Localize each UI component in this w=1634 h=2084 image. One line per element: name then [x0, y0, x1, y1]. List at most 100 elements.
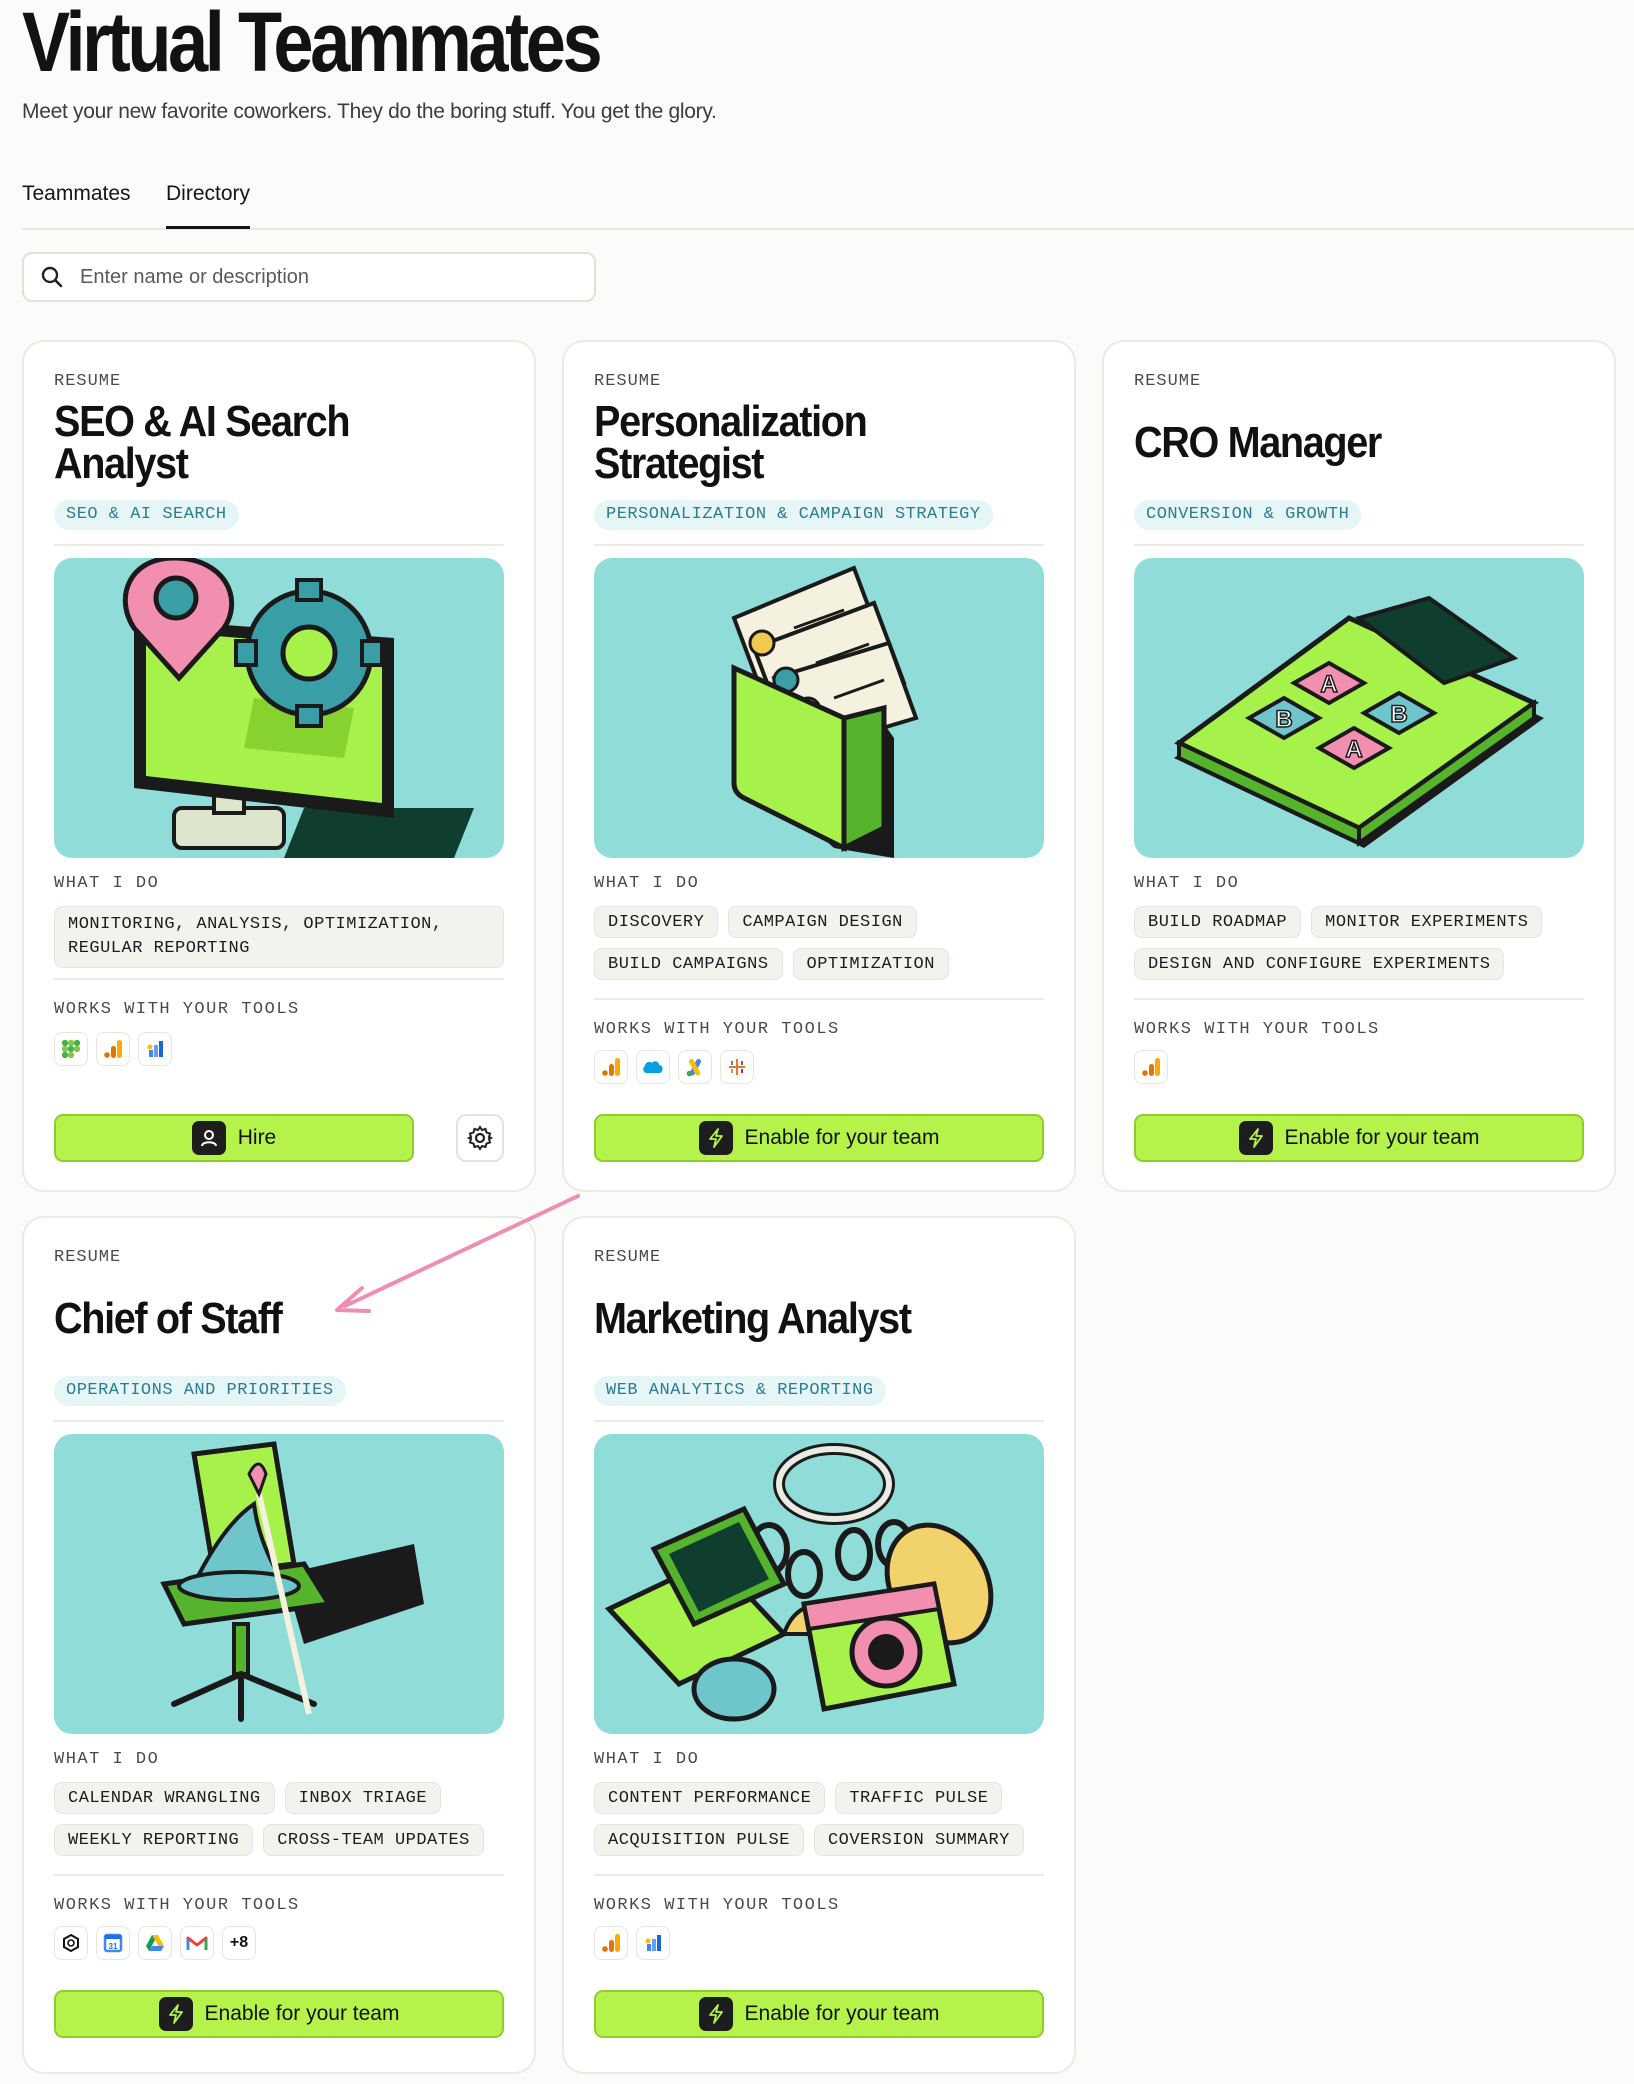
enable-label: Enable for your team: [1284, 1126, 1480, 1149]
settings-button[interactable]: [456, 1114, 504, 1162]
bolt-icon: [698, 1121, 733, 1155]
task-chip: COVERSION SUMMARY: [813, 1824, 1024, 1856]
task-list: CONTENT PERFORMANCE TRAFFIC PULSE ACQUIS…: [594, 1782, 1044, 1856]
bolt-icon: [1238, 1121, 1273, 1155]
task-chip: CROSS-TEAM UPDATES: [263, 1824, 484, 1856]
divider: [54, 544, 504, 546]
resume-label[interactable]: RESUME: [54, 1248, 121, 1267]
resume-label[interactable]: RESUME: [594, 1248, 661, 1267]
illustration-calculator: B A A B: [1134, 558, 1584, 858]
task-chip: WEEKLY REPORTING: [54, 1824, 254, 1856]
more-tools-count[interactable]: +8: [222, 1926, 256, 1960]
tab-directory[interactable]: Directory: [166, 182, 251, 229]
task-chip: BUILD CAMPAIGNS: [594, 948, 783, 980]
category-badge: WEB ANALYTICS & REPORTING: [594, 1376, 886, 1406]
divider: [1134, 544, 1584, 546]
enable-label: Enable for your team: [744, 1126, 940, 1149]
task-chip: OPTIMIZATION: [792, 948, 949, 980]
teammate-title: Chief of Staff: [54, 1294, 283, 1343]
category-badge: OPERATIONS AND PRIORITIES: [54, 1376, 346, 1406]
task-chip: CONTENT PERFORMANCE: [594, 1782, 826, 1814]
google-analytics-icon: [1134, 1050, 1168, 1084]
divider: [594, 1874, 1044, 1876]
task-list: BUILD ROADMAP MONITOR EXPERIMENTS DESIGN…: [1134, 906, 1584, 980]
gmail-icon: [180, 1926, 214, 1960]
hire-button[interactable]: Hire: [54, 1114, 414, 1162]
svg-text:B: B: [1275, 706, 1292, 733]
page-title: Virtual Teammates: [22, 0, 603, 89]
enable-button[interactable]: Enable for your team: [594, 1990, 1044, 2038]
task-list: MONITORING, ANALYSIS, OPTIMIZATION, REGU…: [54, 906, 504, 968]
resume-label[interactable]: RESUME: [54, 372, 121, 391]
enable-button[interactable]: Enable for your team: [594, 1114, 1044, 1162]
task-chip: DISCOVERY: [594, 906, 719, 938]
tool-list: 31 +8: [54, 1926, 256, 1960]
divider: [594, 544, 1044, 546]
svg-text:A: A: [1345, 736, 1362, 763]
search-icon: [41, 266, 63, 288]
tab-teammates[interactable]: Teammates: [22, 182, 131, 226]
teammate-title: Marketing Analyst: [594, 1294, 912, 1343]
enable-button[interactable]: Enable for your team: [54, 1990, 504, 2038]
what-i-do-label: WHAT I DO: [54, 1750, 160, 1769]
gear-icon: [467, 1125, 493, 1151]
divider: [54, 978, 504, 980]
enable-button[interactable]: Enable for your team: [1134, 1114, 1584, 1162]
task-chip: MONITOR EXPERIMENTS: [1311, 906, 1543, 938]
tool-list: [54, 1032, 172, 1066]
divider: [1134, 998, 1584, 1000]
looker-studio-icon: [138, 1032, 172, 1066]
illustration-monitor: [54, 558, 504, 858]
search-input[interactable]: [78, 264, 562, 290]
task-chip: DESIGN AND CONFIGURE EXPERIMENTS: [1134, 948, 1505, 980]
what-i-do-label: WHAT I DO: [54, 874, 160, 893]
resume-label[interactable]: RESUME: [594, 372, 661, 391]
enable-label: Enable for your team: [204, 2002, 400, 2025]
tool-list: [1134, 1050, 1168, 1084]
google-drive-icon: [138, 1926, 172, 1960]
task-chip: INBOX TRIAGE: [284, 1782, 442, 1814]
teammate-card-chief-of-staff: RESUME Chief of Staff OPERATIONS AND PRI…: [22, 1216, 536, 2074]
teammate-title: CRO Manager: [1134, 418, 1382, 467]
task-chip: CAMPAIGN DESIGN: [728, 906, 917, 938]
color-grid-icon: [54, 1032, 88, 1066]
resume-label[interactable]: RESUME: [1134, 372, 1201, 391]
task-list: CALENDAR WRANGLING INBOX TRIAGE WEEKLY R…: [54, 1782, 504, 1856]
category-badge: CONVERSION & GROWTH: [1134, 500, 1362, 530]
divider: [594, 998, 1044, 1000]
tool-list: [594, 1926, 670, 1960]
what-i-do-label: WHAT I DO: [594, 874, 700, 893]
divider: [54, 1874, 504, 1876]
bolt-icon: [158, 1997, 193, 2031]
hire-label: Hire: [237, 1126, 277, 1149]
what-i-do-label: WHAT I DO: [1134, 874, 1240, 893]
task-chip: CALENDAR WRANGLING: [54, 1782, 275, 1814]
page-subtitle: Meet your new favorite coworkers. They d…: [22, 100, 717, 123]
teammate-card-seo: RESUME SEO & AI Search Analyst SEO & AI …: [22, 340, 536, 1192]
svg-text:B: B: [1390, 701, 1407, 728]
enable-label: Enable for your team: [744, 2002, 940, 2025]
category-badge: PERSONALIZATION & CAMPAIGN STRATEGY: [594, 500, 993, 530]
task-chip: MONITORING, ANALYSIS, OPTIMIZATION, REGU…: [54, 906, 504, 968]
illustration-wallet: [594, 558, 1044, 858]
task-chip: BUILD ROADMAP: [1134, 906, 1302, 938]
works-with-label: WORKS WITH YOUR TOOLS: [594, 1896, 840, 1915]
teammate-card-personalization: RESUME Personalization Strategist PERSON…: [562, 340, 1076, 1192]
svg-text:31: 31: [109, 1942, 118, 1951]
works-with-label: WORKS WITH YOUR TOOLS: [594, 1020, 840, 1039]
task-chip: TRAFFIC PULSE: [835, 1782, 1003, 1814]
works-with-label: WORKS WITH YOUR TOOLS: [54, 1896, 300, 1915]
teammate-card-cro: RESUME CRO Manager CONVERSION & GROWTH B…: [1102, 340, 1616, 1192]
works-with-label: WORKS WITH YOUR TOOLS: [1134, 1020, 1380, 1039]
what-i-do-label: WHAT I DO: [594, 1750, 700, 1769]
google-analytics-icon: [594, 1050, 628, 1084]
teammate-title: SEO & AI Search Analyst: [54, 397, 351, 488]
google-analytics-icon: [96, 1032, 130, 1066]
user-icon: [191, 1121, 226, 1155]
illustration-chair: [54, 1434, 504, 1734]
illustration-keyring: [594, 1434, 1044, 1734]
search-bar: [22, 252, 596, 302]
category-badge: SEO & AI SEARCH: [54, 500, 239, 530]
works-with-label: WORKS WITH YOUR TOOLS: [54, 1000, 300, 1019]
divider: [54, 1420, 504, 1422]
